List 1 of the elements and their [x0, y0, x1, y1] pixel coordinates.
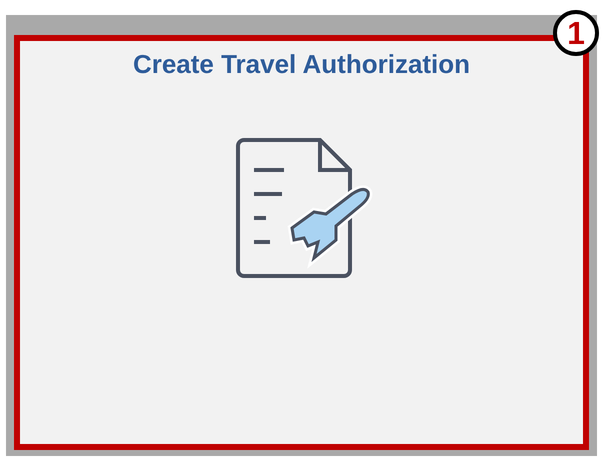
tile-title: Create Travel Authorization [132, 49, 470, 80]
